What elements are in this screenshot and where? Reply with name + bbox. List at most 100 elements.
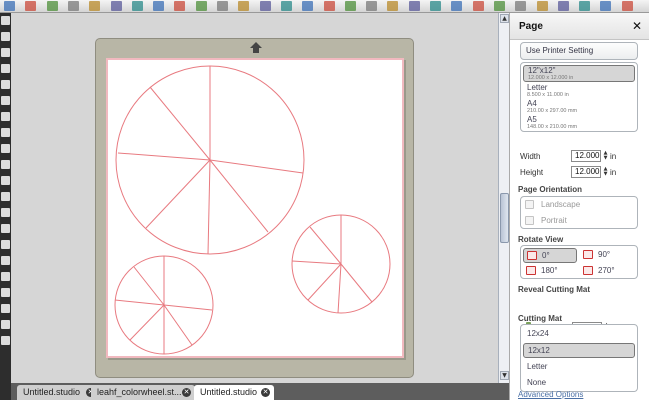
scroll-up-icon[interactable]: ▲ xyxy=(500,14,509,23)
cut-icon[interactable] xyxy=(89,1,101,11)
mat-letter[interactable]: Letter xyxy=(523,360,635,375)
freehand-icon[interactable] xyxy=(1,144,10,153)
curve-icon[interactable] xyxy=(1,128,10,137)
layer-icon[interactable] xyxy=(1,256,10,265)
zoom-out-icon[interactable] xyxy=(217,1,228,11)
page-size-12x12[interactable]: 12"x12" 12.000 x 12.000 in xyxy=(523,65,635,82)
pen-icon[interactable] xyxy=(1,160,10,169)
height-spinner-icon[interactable]: ▲ ▼ xyxy=(603,167,608,177)
text-icon[interactable] xyxy=(408,1,420,11)
new-icon[interactable] xyxy=(4,1,15,11)
width-label: Width xyxy=(520,152,541,161)
design-shapes[interactable] xyxy=(108,60,406,360)
copy-icon[interactable] xyxy=(110,1,122,11)
vertical-scrollbar[interactable]: ▲ ▼ xyxy=(498,13,509,383)
large-circle-segment xyxy=(209,159,304,174)
save-icon[interactable] xyxy=(46,1,58,11)
print-icon[interactable] xyxy=(67,1,79,11)
fill-icon[interactable] xyxy=(366,1,378,11)
rotate-0-button[interactable]: 0° xyxy=(523,248,577,263)
close-tab-icon[interactable]: ✕ xyxy=(182,388,191,397)
open-icon[interactable] xyxy=(25,1,37,11)
grid-icon[interactable] xyxy=(387,1,399,11)
close-tab-icon[interactable]: ✕ xyxy=(261,388,270,397)
page-size-a4[interactable]: A4 210.00 x 297.00 mm xyxy=(523,99,635,115)
ungroup-icon[interactable] xyxy=(1,336,10,345)
send-icon[interactable] xyxy=(621,1,633,11)
mat-12x12[interactable]: 12x12 xyxy=(523,343,635,358)
landscape-option[interactable]: Landscape xyxy=(541,200,580,209)
scroll-down-icon[interactable]: ▼ xyxy=(500,371,509,380)
width-field[interactable]: 12.000 xyxy=(571,150,601,162)
canvas-area[interactable] xyxy=(11,13,498,383)
medium-circle-segment xyxy=(291,260,342,265)
edit-points-icon[interactable] xyxy=(1,32,10,41)
pan-icon[interactable] xyxy=(280,1,292,11)
medium-circle-segment xyxy=(309,226,342,265)
tab-colorwheel[interactable]: leahf_colorwheel.st... ✕ xyxy=(91,385,195,400)
small-circle-segment xyxy=(129,304,165,341)
pan-icon[interactable] xyxy=(1,304,10,313)
paste-icon[interactable] xyxy=(131,1,143,11)
width-spinner-icon[interactable]: ▲ ▼ xyxy=(603,151,608,161)
cutting-mat-list[interactable]: 12x24 12x12 Letter None xyxy=(520,324,638,392)
transform-icon[interactable] xyxy=(451,1,463,11)
scroll-thumb[interactable] xyxy=(500,193,509,243)
mat-12x24[interactable]: 12x24 xyxy=(523,327,635,342)
zoom-in-icon[interactable] xyxy=(195,1,207,11)
rotate-270-button[interactable]: 270° xyxy=(580,264,636,279)
replicate-icon[interactable] xyxy=(472,1,484,11)
design-page[interactable] xyxy=(106,58,404,358)
knife-icon[interactable] xyxy=(493,1,505,11)
redo-icon[interactable] xyxy=(174,1,186,11)
small-circle-segment xyxy=(163,304,193,346)
text-icon[interactable] xyxy=(1,176,10,185)
move-icon[interactable] xyxy=(259,1,271,11)
close-icon[interactable]: ✕ xyxy=(632,19,642,33)
align-icon[interactable] xyxy=(430,1,441,11)
height-field[interactable]: 12.000 xyxy=(571,166,601,178)
page-setup-icon[interactable] xyxy=(302,1,314,11)
pen-icon[interactable] xyxy=(579,1,591,11)
eraser-icon[interactable] xyxy=(1,192,10,201)
cut-settings-icon[interactable] xyxy=(323,1,335,11)
color-icon[interactable] xyxy=(557,1,569,11)
offset-icon[interactable] xyxy=(600,1,612,11)
knife-icon[interactable] xyxy=(1,208,10,217)
portrait-option[interactable]: Portrait xyxy=(541,216,567,225)
load-mat-arrow-icon[interactable] xyxy=(249,41,263,54)
rotate-180-icon xyxy=(526,266,536,275)
undo-icon[interactable] xyxy=(153,1,165,11)
medium-circle-segment xyxy=(307,263,342,301)
page-size-letter[interactable]: Letter 8.500 x 11.000 in xyxy=(523,83,635,99)
landscape-icon[interactable] xyxy=(525,200,534,209)
rotate-90-button[interactable]: 90° xyxy=(580,248,636,263)
trace-icon[interactable] xyxy=(515,1,527,11)
panel-title: Page xyxy=(519,21,543,32)
page-size-a5[interactable]: A5 148.00 x 210.00 mm xyxy=(523,115,635,131)
select-icon[interactable] xyxy=(1,16,10,25)
group-icon[interactable] xyxy=(1,320,10,329)
tab-untitled-1[interactable]: Untitled.studio ✕ xyxy=(17,385,99,400)
zoom-fit-icon[interactable] xyxy=(238,1,250,11)
mat-none[interactable]: None xyxy=(523,376,635,391)
page-size-list[interactable]: 12"x12" 12.000 x 12.000 in Letter 8.500 … xyxy=(520,62,638,132)
rounded-rect-icon[interactable] xyxy=(1,80,10,89)
portrait-icon[interactable] xyxy=(525,216,534,225)
use-printer-setting-button[interactable]: Use Printer Setting xyxy=(520,42,638,60)
line-style-icon[interactable] xyxy=(344,1,356,11)
store-icon[interactable] xyxy=(536,1,548,11)
line-icon[interactable] xyxy=(1,48,10,57)
cutting-mat xyxy=(95,38,414,378)
polygon-icon[interactable] xyxy=(1,112,10,121)
ellipse-icon[interactable] xyxy=(1,96,10,105)
grid-icon[interactable] xyxy=(1,224,10,233)
advanced-options-link[interactable]: Advanced Options xyxy=(518,390,583,399)
library-icon[interactable] xyxy=(1,240,10,249)
rotate-90-icon xyxy=(583,250,593,259)
rotate-180-button[interactable]: 180° xyxy=(523,264,577,279)
zoom-icon[interactable] xyxy=(1,288,10,297)
open-path-icon[interactable] xyxy=(1,272,10,281)
tab-untitled-active[interactable]: Untitled.studio ✕ xyxy=(194,385,274,400)
rectangle-icon[interactable] xyxy=(1,64,10,73)
